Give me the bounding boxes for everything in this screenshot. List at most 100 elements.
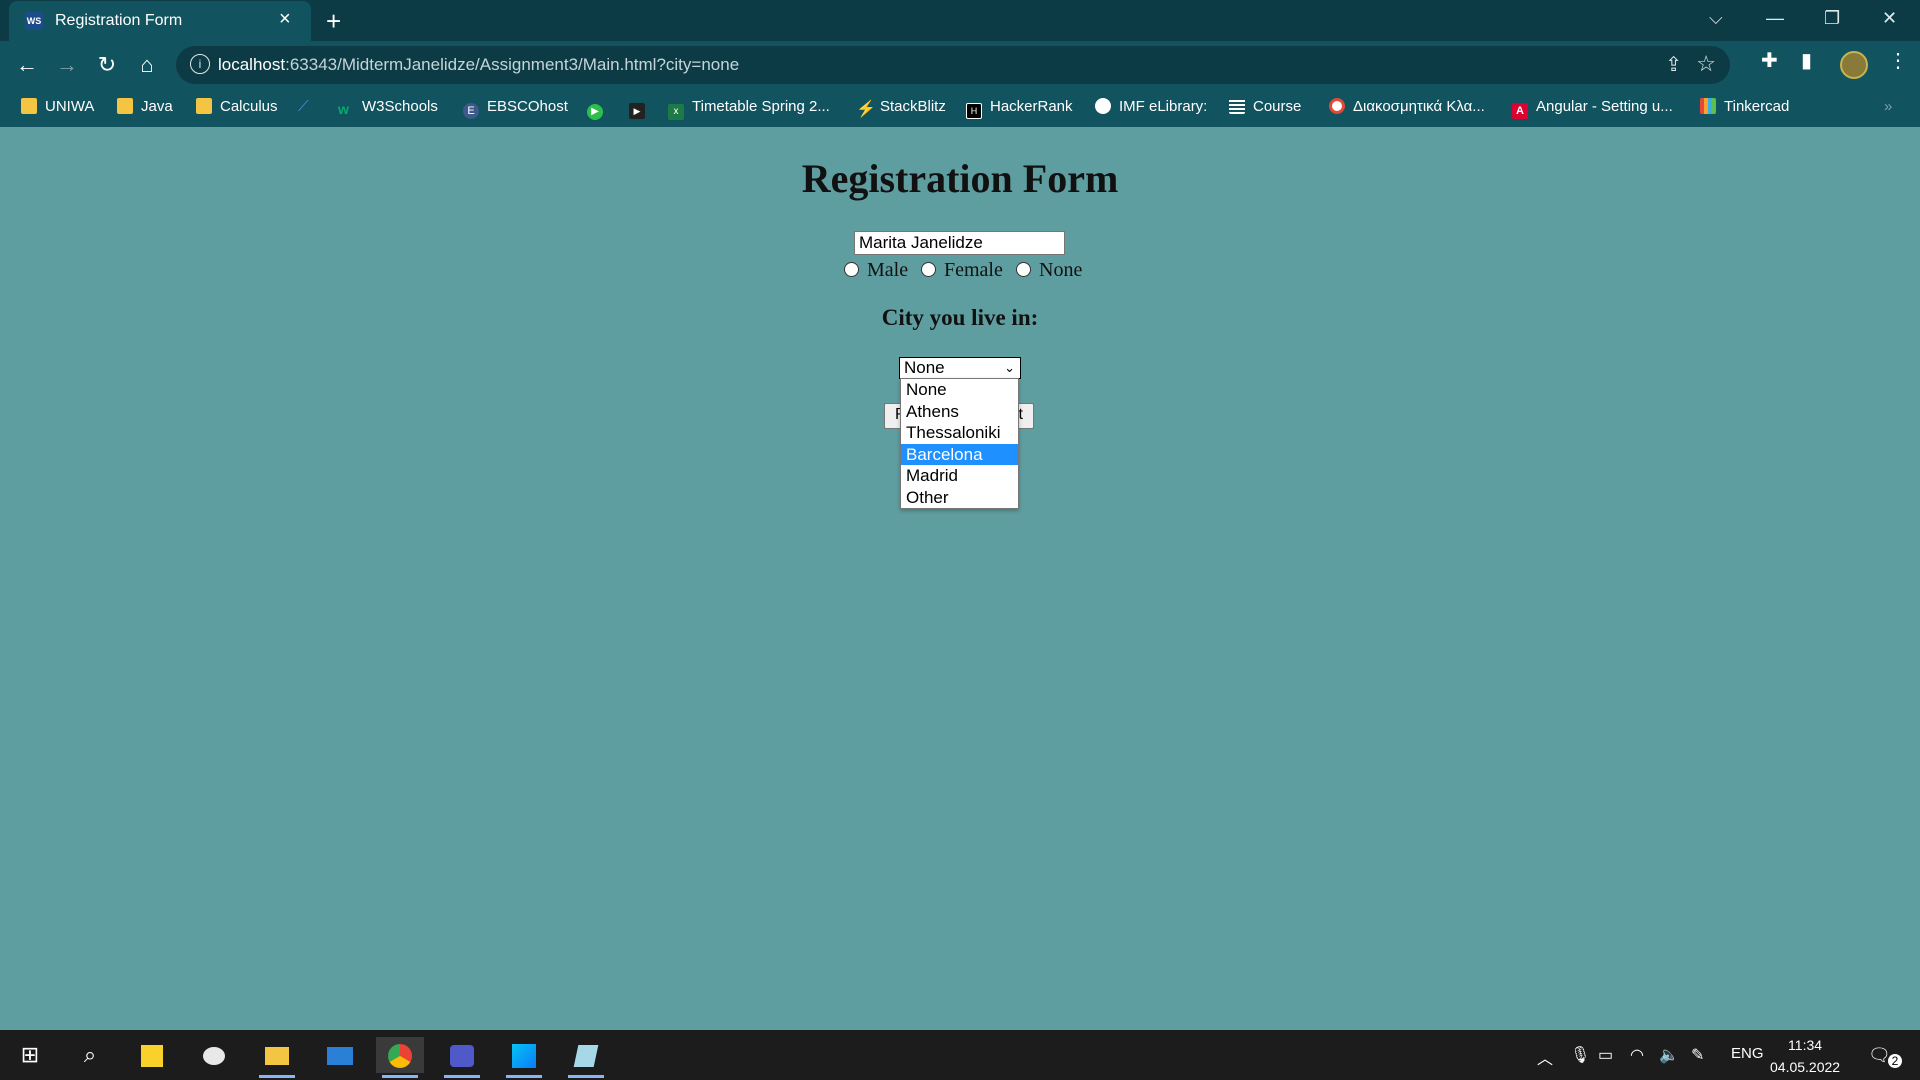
clock-date: 04.05.2022: [1770, 1059, 1841, 1075]
battery-icon[interactable]: ▭: [1598, 1045, 1613, 1065]
more-bookmarks-icon[interactable]: »: [1884, 98, 1892, 115]
imf-icon: [1095, 98, 1111, 114]
chevron-down-icon: ⌄: [1004, 360, 1015, 375]
youtube-icon: ▶: [629, 103, 645, 119]
forward-icon[interactable]: →: [51, 49, 83, 81]
city-option-barcelona[interactable]: Barcelona: [901, 443, 1018, 465]
tool-icon: ⟋: [298, 98, 309, 115]
hackerrank-icon: H: [966, 103, 982, 119]
clock-time: 11:34: [1788, 1037, 1823, 1053]
gender-radio-none[interactable]: [1016, 262, 1031, 277]
tinkercad-icon: [1700, 98, 1716, 114]
wifi-icon[interactable]: ◠: [1630, 1045, 1644, 1065]
address-bar[interactable]: i localhost:63343/MidtermJanelidze/Assig…: [176, 46, 1730, 84]
bookmark-timetable[interactable]: x Timetable Spring 2...: [668, 98, 830, 120]
tab-search-chevron-icon[interactable]: ⌵: [1709, 8, 1723, 29]
share-icon[interactable]: ⇪: [1665, 52, 1682, 77]
bookmark-hackerrank[interactable]: H HackerRank: [966, 98, 1073, 119]
clock[interactable]: 11:34 04.05.2022: [1770, 1034, 1840, 1078]
bookmark-uniwa[interactable]: UNIWA: [21, 98, 94, 115]
notification-count-badge: 2: [1888, 1054, 1902, 1068]
bookmark-stackblitz[interactable]: ⚡ StackBlitz: [856, 98, 946, 118]
browser-titlebar: WS Registration Form × + ⌵ — ❐ ✕: [0, 0, 1920, 41]
city-select-value: None: [904, 358, 945, 377]
search-icon[interactable]: ⌕: [66, 1037, 114, 1073]
city-dropdown-list: None Athens Thessaloniki Barcelona Madri…: [900, 378, 1019, 509]
webstorm-favicon-icon: WS: [25, 12, 43, 30]
name-input[interactable]: [854, 231, 1065, 255]
tab-title: Registration Form: [55, 12, 183, 29]
bookmark-youtube[interactable]: ▶: [629, 98, 653, 119]
back-icon[interactable]: ←: [11, 49, 43, 81]
chrome-icon[interactable]: [376, 1037, 424, 1078]
play-circle-icon: ▶: [587, 104, 603, 120]
bookmark-decorative[interactable]: Διακοσμητικά Κλα...: [1329, 98, 1485, 115]
city-label: City you live in:: [881, 305, 1039, 330]
reload-icon[interactable]: ↻: [91, 49, 123, 81]
folder-icon: [21, 98, 37, 114]
ebsco-icon: E: [463, 103, 479, 119]
gender-radio-male[interactable]: [844, 262, 859, 277]
city-option-madrid[interactable]: Madrid: [901, 465, 1018, 487]
mail-icon[interactable]: [316, 1037, 364, 1073]
gender-label-male: Male: [867, 259, 909, 281]
minimize-icon[interactable]: —: [1766, 8, 1784, 29]
page-title: Registration Form: [801, 156, 1119, 201]
windows-taskbar: ⊞ ⌕ ︿ 🎙 ▭ ◠ 🔈 ✎ ENG 11:34 04.05.2022 🗨 2: [0, 1030, 1920, 1080]
menu-kebab-icon[interactable]: ⋮: [1888, 48, 1908, 73]
gender-radio-female[interactable]: [921, 262, 936, 277]
side-panel-icon[interactable]: ▮: [1801, 48, 1812, 73]
volume-icon[interactable]: 🔈: [1659, 1045, 1679, 1065]
restore-icon[interactable]: ❐: [1824, 8, 1840, 29]
microphone-icon[interactable]: 🎙: [1570, 1045, 1590, 1065]
bookmark-imf[interactable]: IMF eLibrary:: [1095, 98, 1207, 115]
excel-icon: x: [668, 104, 684, 120]
tab-registration-form[interactable]: WS Registration Form ×: [9, 1, 311, 41]
webstorm-icon[interactable]: [500, 1037, 548, 1078]
city-option-thessaloniki[interactable]: Thessaloniki: [901, 422, 1018, 444]
teams-icon[interactable]: [438, 1037, 486, 1078]
submit-label-fragment-right: t: [1018, 406, 1023, 423]
bookmark-star-icon[interactable]: ☆: [1696, 51, 1716, 77]
paint-icon[interactable]: [190, 1037, 238, 1073]
folder-icon: [196, 98, 212, 114]
bookmark-w3schools[interactable]: w W3Schools: [338, 98, 438, 117]
home-icon[interactable]: ⌂: [131, 49, 163, 81]
file-explorer-icon[interactable]: [253, 1037, 301, 1078]
bookmark-ebscohost[interactable]: E EBSCOhost: [463, 98, 568, 119]
city-select[interactable]: None ⌄: [899, 357, 1021, 379]
angular-icon: A: [1512, 103, 1528, 119]
folder-icon: [117, 98, 133, 114]
course-icon: [1229, 98, 1245, 114]
windows-start-icon[interactable]: ⊞: [6, 1037, 54, 1073]
close-tab-icon[interactable]: ×: [279, 9, 291, 29]
chrome-page-icon: [1329, 98, 1345, 114]
profile-avatar[interactable]: [1840, 51, 1868, 79]
gender-label-none: None: [1039, 259, 1083, 281]
site-info-icon[interactable]: i: [190, 54, 210, 74]
bookmark-calculus[interactable]: Calculus: [196, 98, 278, 115]
close-window-icon[interactable]: ✕: [1882, 8, 1897, 29]
address-url[interactable]: localhost:63343/MidtermJanelidze/Assignm…: [218, 55, 739, 75]
bolt-icon: ⚡: [856, 101, 876, 118]
city-option-athens[interactable]: Athens: [901, 401, 1018, 423]
sticky-notes-icon[interactable]: [128, 1037, 176, 1073]
bookmark-tool[interactable]: ⟋: [298, 98, 309, 115]
bookmark-course[interactable]: Course: [1229, 98, 1301, 115]
city-option-none[interactable]: None: [901, 379, 1018, 401]
w3schools-icon: w: [338, 101, 349, 117]
bookmark-java[interactable]: Java: [117, 98, 173, 115]
browser-toolbar: ← → ↻ ⌂ i localhost:63343/MidtermJanelid…: [0, 41, 1920, 90]
extensions-puzzle-icon[interactable]: ✚: [1761, 48, 1778, 73]
new-tab-icon[interactable]: +: [326, 6, 341, 37]
bookmark-tinkercad[interactable]: Tinkercad: [1700, 98, 1789, 115]
bookmark-play[interactable]: ▶: [587, 98, 611, 120]
gender-label-female: Female: [944, 259, 1003, 281]
city-option-other[interactable]: Other: [901, 487, 1018, 509]
show-hidden-icons-chevron-icon[interactable]: ︿: [1537, 1045, 1553, 1069]
language-indicator[interactable]: ENG: [1731, 1045, 1764, 1062]
pen-icon[interactable]: ✎: [1691, 1045, 1704, 1065]
bookmark-angular[interactable]: A Angular - Setting u...: [1512, 98, 1673, 119]
bookmarks-bar: UNIWA Java Calculus ⟋ w W3Schools E EBSCOh…: [0, 90, 1920, 127]
eraser-app-icon[interactable]: [562, 1037, 610, 1078]
